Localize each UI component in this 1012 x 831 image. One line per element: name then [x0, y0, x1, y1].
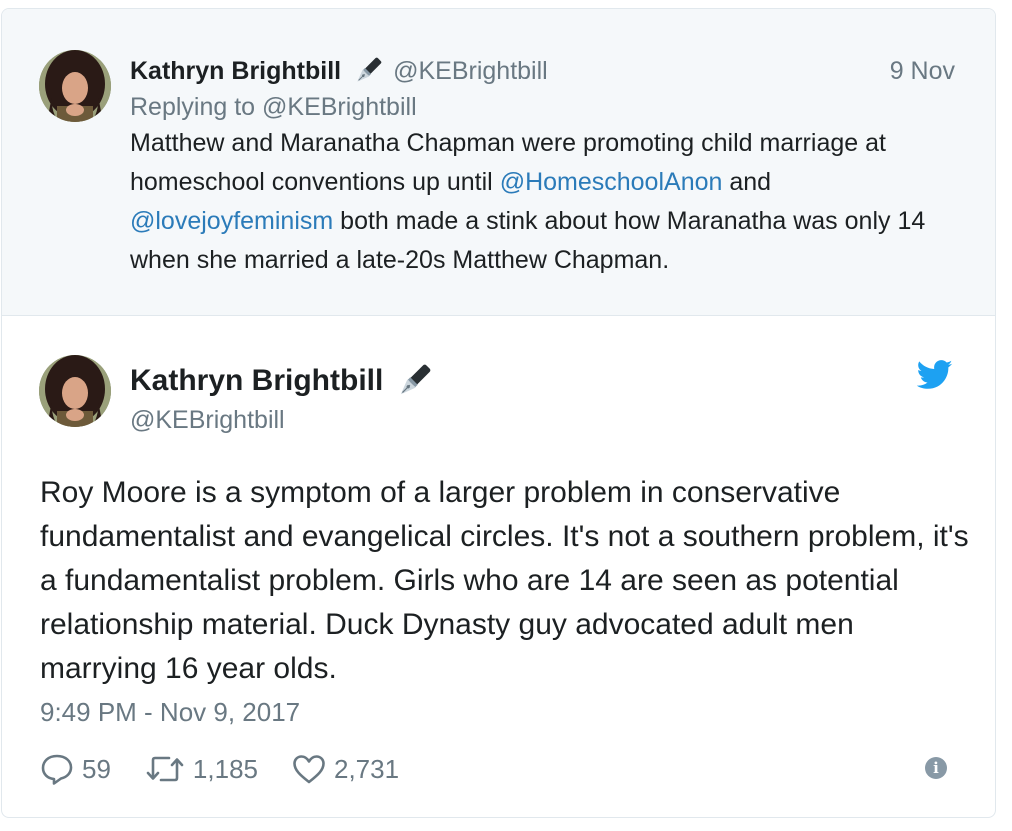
parent-tweet[interactable]: Kathryn Brightbill @KEBrightbill 9 Nov R…: [2, 9, 995, 316]
retweet-icon: [146, 756, 184, 782]
tweet-actions: 59 1,185 2,731: [40, 753, 433, 785]
twitter-bird-icon[interactable]: [917, 360, 953, 390]
info-icon[interactable]: i: [925, 757, 947, 779]
avatar[interactable]: [39, 355, 111, 427]
mention-link[interactable]: @lovejoyfeminism: [130, 207, 333, 235]
like-count: 2,731: [334, 753, 400, 784]
reply-count: 59: [82, 753, 111, 784]
avatar-image: [39, 355, 111, 427]
tweet-text-segment: and: [722, 168, 772, 196]
replying-to[interactable]: Replying to @KEBrightbill: [130, 93, 417, 122]
fountain-pen-icon: [351, 54, 385, 88]
fountain-pen-icon: [393, 360, 435, 402]
embedded-tweet-card: Kathryn Brightbill @KEBrightbill 9 Nov R…: [1, 8, 996, 818]
main-tweet-header: Kathryn Brightbill: [130, 359, 435, 403]
tweet-date[interactable]: 9 Nov: [890, 55, 955, 87]
parent-tweet-header: Kathryn Brightbill @KEBrightbill: [130, 55, 548, 87]
heart-icon: [293, 755, 325, 784]
author-handle[interactable]: @KEBrightbill: [393, 57, 548, 86]
author-handle[interactable]: @KEBrightbill: [130, 406, 285, 435]
reply-icon: [41, 754, 73, 785]
main-tweet-text: Roy Moore is a symptom of a larger probl…: [40, 476, 969, 685]
avatar-image: [39, 50, 111, 122]
like-button[interactable]: 2,731: [292, 754, 399, 785]
reply-button[interactable]: 59: [40, 753, 111, 785]
parent-tweet-text: Matthew and Maranatha Chapman were promo…: [130, 124, 980, 280]
avatar[interactable]: [39, 50, 111, 122]
tweet-timestamp[interactable]: 9:49 PM - Nov 9, 2017: [40, 697, 300, 728]
author-name[interactable]: Kathryn Brightbill: [130, 57, 341, 86]
mention-link[interactable]: @HomeschoolAnon: [500, 168, 723, 196]
author-name[interactable]: Kathryn Brightbill: [130, 364, 383, 398]
retweet-count: 1,185: [192, 753, 258, 784]
retweet-button[interactable]: 1,185: [145, 754, 258, 785]
